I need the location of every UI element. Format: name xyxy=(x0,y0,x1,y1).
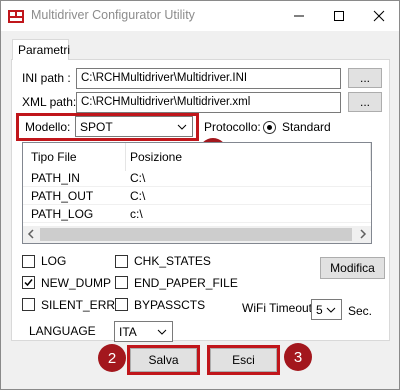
silent-err-checkbox[interactable] xyxy=(22,298,35,311)
tipo-cell: PATH_IN xyxy=(31,171,80,185)
radio-dot xyxy=(267,125,272,130)
modifica-button[interactable]: Modifica xyxy=(320,257,385,279)
xml-browse-button[interactable]: ... xyxy=(348,92,382,112)
ini-browse-button[interactable]: ... xyxy=(348,68,382,88)
column-divider xyxy=(370,143,371,171)
wifi-timeout-select[interactable]: 5 xyxy=(311,299,342,320)
window-title: Multidriver Configurator Utility xyxy=(31,8,195,22)
callout-badge-3: 3 xyxy=(284,343,312,371)
chevron-down-icon xyxy=(326,307,336,313)
maximize-button[interactable] xyxy=(319,1,359,31)
protocollo-label: Protocollo: xyxy=(204,120,261,134)
table-row[interactable]: PATH_OUT C:\ xyxy=(23,187,371,205)
exit-button[interactable]: Esci xyxy=(210,348,277,372)
standard-radio-label: Standard xyxy=(282,120,331,134)
app-icon xyxy=(7,7,25,25)
bypasscts-checkbox[interactable] xyxy=(115,298,128,311)
chk-states-label: CHK_STATES xyxy=(134,254,211,268)
bypasscts-label: BYPASSCTS xyxy=(134,298,206,312)
tab-parametri[interactable]: Parametri xyxy=(12,39,71,60)
posizione-cell: c:\ xyxy=(130,207,143,221)
standard-radio[interactable] xyxy=(263,121,276,134)
scroll-right-icon xyxy=(360,229,367,239)
table-row[interactable]: PATH_LOG c:\ xyxy=(23,205,371,223)
chevron-down-icon xyxy=(177,124,187,130)
end-paper-file-label: END_PAPER_FILE xyxy=(134,276,238,290)
maximize-icon xyxy=(334,11,344,21)
table-header: Tipo File Posizione xyxy=(23,143,371,171)
callout-badge-2: 2 xyxy=(98,344,126,372)
ini-path-label: INI path : xyxy=(22,71,71,85)
app-window: Multidriver Configurator Utility Paramet… xyxy=(0,0,400,390)
horizontal-scrollbar[interactable] xyxy=(23,226,371,243)
column-posizione[interactable]: Posizione xyxy=(130,150,182,164)
log-label: LOG xyxy=(41,254,67,268)
language-select[interactable]: ITA xyxy=(114,321,173,342)
minimize-icon xyxy=(294,15,304,17)
close-icon xyxy=(373,10,385,22)
checkmark-icon xyxy=(24,279,33,287)
save-button[interactable]: Salva xyxy=(130,348,197,372)
tipo-cell: PATH_LOG xyxy=(31,207,94,221)
new-dump-label: NEW_DUMP xyxy=(41,276,112,290)
tipo-cell: PATH_OUT xyxy=(31,189,94,203)
ini-path-field[interactable]: C:\RCHMultidriver\Multidriver.INI xyxy=(76,68,341,89)
new-dump-checkbox[interactable] xyxy=(22,276,35,289)
log-checkbox[interactable] xyxy=(22,255,35,268)
language-label: LANGUAGE xyxy=(29,324,96,338)
end-paper-file-checkbox[interactable] xyxy=(115,276,128,289)
xml-path-label: XML path: xyxy=(22,95,77,109)
chevron-down-icon xyxy=(157,329,167,335)
wifi-timeout-label: WiFi Timeout xyxy=(242,301,313,315)
wifi-timeout-unit: Sec. xyxy=(348,304,373,318)
silent-err-label: SILENT_ERR xyxy=(41,298,116,312)
language-value: ITA xyxy=(119,325,137,339)
close-button[interactable] xyxy=(359,1,399,31)
paths-table[interactable]: Tipo File Posizione PATH_IN C:\ PATH_OUT… xyxy=(22,142,372,244)
modello-label: Modello: xyxy=(25,120,71,134)
column-divider xyxy=(125,143,126,171)
minimize-button[interactable] xyxy=(279,1,319,31)
xml-path-field[interactable]: C:\RCHMultidriver\Multidriver.xml xyxy=(76,92,341,113)
posizione-cell: C:\ xyxy=(130,171,146,185)
title-bar: Multidriver Configurator Utility xyxy=(1,1,399,31)
scrollbar-thumb[interactable] xyxy=(40,228,352,241)
table-row[interactable]: PATH_IN C:\ xyxy=(23,169,371,187)
posizione-cell: C:\ xyxy=(130,189,146,203)
modello-select[interactable]: SPOT xyxy=(75,116,193,137)
wifi-timeout-value: 5 xyxy=(316,303,323,317)
scroll-left-icon xyxy=(27,229,34,239)
tab-label: Parametri xyxy=(18,43,71,57)
modello-value: SPOT xyxy=(80,120,113,134)
chk-states-checkbox[interactable] xyxy=(115,255,128,268)
column-tipo-file[interactable]: Tipo File xyxy=(31,150,77,164)
